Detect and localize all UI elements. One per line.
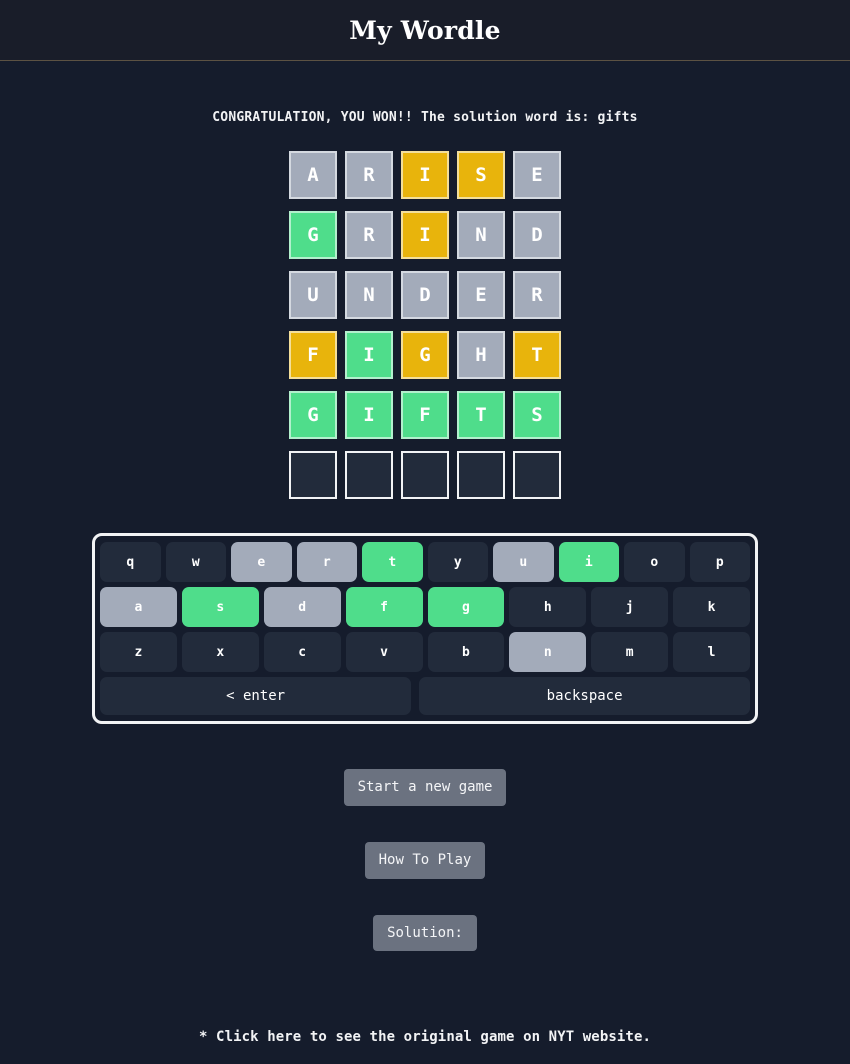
keyboard-row-2: asdfghjk bbox=[100, 587, 750, 627]
board-tile: D bbox=[513, 211, 561, 259]
board-tile: I bbox=[401, 151, 449, 199]
key-h[interactable]: h bbox=[509, 587, 587, 627]
board-tile: I bbox=[345, 331, 393, 379]
board-tile bbox=[457, 451, 505, 499]
board-row: FIGHT bbox=[289, 331, 561, 379]
nyt-link[interactable]: * Click here to see the original game on… bbox=[199, 1029, 651, 1045]
board-tile: F bbox=[401, 391, 449, 439]
board-tile: I bbox=[401, 211, 449, 259]
on-screen-keyboard: qwertyuiop asdfghjk zxcvbnml < enter bac… bbox=[92, 533, 758, 724]
key-u[interactable]: u bbox=[493, 542, 554, 582]
board-tile: I bbox=[345, 391, 393, 439]
board-tile bbox=[345, 451, 393, 499]
key-j[interactable]: j bbox=[591, 587, 669, 627]
how-to-play-button[interactable]: How To Play bbox=[364, 841, 486, 879]
board-tile: T bbox=[457, 391, 505, 439]
board-tile: S bbox=[457, 151, 505, 199]
key-b[interactable]: b bbox=[427, 632, 505, 672]
board-tile: D bbox=[401, 271, 449, 319]
backspace-key[interactable]: backspace bbox=[419, 677, 750, 715]
board-row: UNDER bbox=[289, 271, 561, 319]
board-row: ARISE bbox=[289, 151, 561, 199]
page-title: My Wordle bbox=[349, 15, 501, 45]
board-tile bbox=[513, 451, 561, 499]
board-tile: U bbox=[289, 271, 337, 319]
key-s[interactable]: s bbox=[181, 587, 259, 627]
board-tile: G bbox=[401, 331, 449, 379]
key-f[interactable]: f bbox=[345, 587, 423, 627]
key-o[interactable]: o bbox=[624, 542, 685, 582]
key-v[interactable]: v bbox=[345, 632, 423, 672]
start-new-game-button[interactable]: Start a new game bbox=[343, 769, 507, 806]
key-p[interactable]: p bbox=[689, 542, 750, 582]
key-d[interactable]: d bbox=[263, 587, 341, 627]
key-w[interactable]: w bbox=[165, 542, 226, 582]
action-buttons: Start a new game How To Play Solution: bbox=[343, 724, 507, 952]
key-l[interactable]: l bbox=[673, 632, 750, 672]
board-tile: F bbox=[289, 331, 337, 379]
board-tile: H bbox=[457, 331, 505, 379]
board-row bbox=[289, 451, 561, 499]
key-y[interactable]: y bbox=[427, 542, 488, 582]
key-x[interactable]: x bbox=[181, 632, 259, 672]
wordle-board: ARISEGRINDUNDERFIGHTGIFTS bbox=[289, 151, 561, 499]
board-tile: S bbox=[513, 391, 561, 439]
solution-button[interactable]: Solution: bbox=[373, 914, 477, 952]
board-tile: N bbox=[345, 271, 393, 319]
key-q[interactable]: q bbox=[100, 542, 161, 582]
key-a[interactable]: a bbox=[100, 587, 177, 627]
key-r[interactable]: r bbox=[296, 542, 357, 582]
key-c[interactable]: c bbox=[263, 632, 341, 672]
keyboard-row-3: zxcvbnml bbox=[100, 632, 750, 672]
key-i[interactable]: i bbox=[558, 542, 619, 582]
main-content: CONGRATULATION, YOU WON!! The solution w… bbox=[0, 61, 850, 1045]
board-tile: T bbox=[513, 331, 561, 379]
board-tile: E bbox=[457, 271, 505, 319]
board-tile: R bbox=[345, 151, 393, 199]
board-tile: N bbox=[457, 211, 505, 259]
key-t[interactable]: t bbox=[362, 542, 423, 582]
keyboard-row-4: < enter backspace bbox=[100, 677, 750, 715]
board-tile: R bbox=[513, 271, 561, 319]
key-z[interactable]: z bbox=[100, 632, 177, 672]
board-tile: G bbox=[289, 211, 337, 259]
board-tile: G bbox=[289, 391, 337, 439]
key-e[interactable]: e bbox=[231, 542, 292, 582]
board-tile bbox=[289, 451, 337, 499]
key-n[interactable]: n bbox=[509, 632, 587, 672]
enter-key[interactable]: < enter bbox=[100, 677, 412, 715]
board-tile: E bbox=[513, 151, 561, 199]
board-tile: R bbox=[345, 211, 393, 259]
key-k[interactable]: k bbox=[673, 587, 750, 627]
keyboard-row-1: qwertyuiop bbox=[100, 542, 750, 582]
board-row: GIFTS bbox=[289, 391, 561, 439]
key-g[interactable]: g bbox=[427, 587, 505, 627]
board-tile: A bbox=[289, 151, 337, 199]
status-message: CONGRATULATION, YOU WON!! The solution w… bbox=[212, 110, 638, 125]
board-row: GRIND bbox=[289, 211, 561, 259]
key-m[interactable]: m bbox=[591, 632, 669, 672]
board-tile bbox=[401, 451, 449, 499]
app-header: My Wordle bbox=[0, 0, 850, 61]
